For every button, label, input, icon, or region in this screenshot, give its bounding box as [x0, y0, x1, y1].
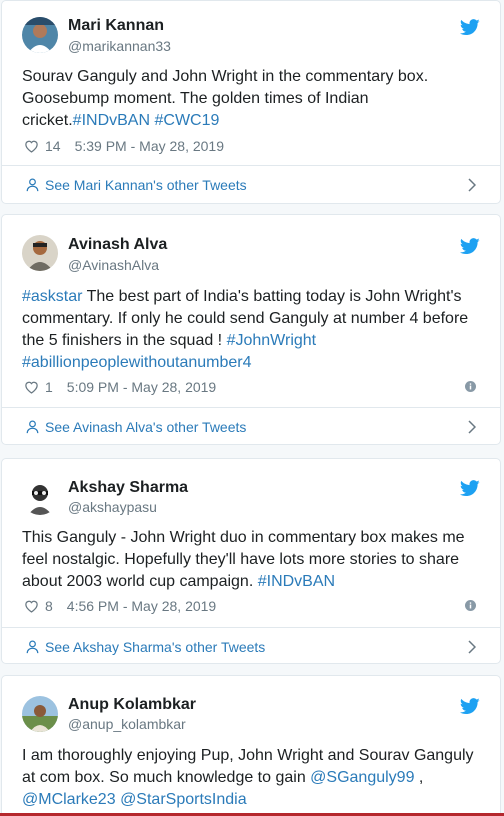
mention-link[interactable]: @StarSportsIndia: [120, 791, 247, 808]
person-icon: [26, 178, 39, 192]
tweet-meta: 14 5:39 PM - May 28, 2019: [24, 138, 224, 154]
tweet-text: #askstar The best part of India's battin…: [22, 286, 482, 374]
tweet-card: Anup Kolambkar @anup_kolambkar I am thor…: [1, 675, 501, 816]
info-icon[interactable]: [465, 381, 476, 392]
see-other-tweets-link[interactable]: See Akshay Sharma's other Tweets: [2, 627, 500, 663]
like-count[interactable]: 8: [45, 598, 53, 614]
author-handle[interactable]: @AvinashAlva: [68, 257, 159, 273]
chevron-right-icon: [468, 640, 476, 654]
timestamp[interactable]: 5:09 PM - May 28, 2019: [67, 379, 216, 395]
footer-label: See Akshay Sharma's other Tweets: [45, 638, 266, 655]
like-count[interactable]: 1: [45, 379, 53, 395]
author-name[interactable]: Mari Kannan: [68, 17, 164, 35]
avatar[interactable]: [22, 696, 58, 732]
tweet-text: This Ganguly - John Wright duo in commen…: [22, 527, 482, 593]
avatar[interactable]: [22, 479, 58, 515]
author-name[interactable]: Akshay Sharma: [68, 479, 188, 497]
tweet-text-segment: This Ganguly - John Wright duo in commen…: [22, 529, 465, 590]
twitter-bird-icon[interactable]: [460, 698, 480, 715]
chevron-right-icon: [468, 420, 476, 434]
hashtag-link[interactable]: #JohnWright: [227, 332, 317, 349]
author-handle[interactable]: @anup_kolambkar: [68, 716, 186, 732]
twitter-bird-icon[interactable]: [460, 19, 480, 36]
mention-link[interactable]: @SGanguly99: [310, 769, 414, 786]
timestamp[interactable]: 5:39 PM - May 28, 2019: [75, 138, 224, 154]
person-icon: [26, 640, 39, 654]
see-other-tweets-link[interactable]: See Avinash Alva's other Tweets: [2, 407, 500, 444]
tweet-card: Mari Kannan @marikannan33 Sourav Ganguly…: [1, 0, 501, 204]
see-other-tweets-link[interactable]: See Mari Kannan's other Tweets: [2, 165, 500, 203]
chevron-right-icon: [468, 178, 476, 192]
avatar[interactable]: [22, 17, 58, 53]
person-icon: [26, 420, 39, 434]
author-name[interactable]: Anup Kolambkar: [68, 696, 196, 714]
author-handle[interactable]: @marikannan33: [68, 38, 171, 54]
hashtag-link[interactable]: #askstar: [22, 288, 82, 305]
hashtag-link[interactable]: #INDvBAN: [258, 573, 335, 590]
like-count[interactable]: 14: [45, 138, 61, 154]
timestamp[interactable]: 4:56 PM - May 28, 2019: [67, 598, 216, 614]
author-name[interactable]: Avinash Alva: [68, 236, 167, 254]
footer-label: See Mari Kannan's other Tweets: [45, 176, 247, 193]
tweet-text-segment: ,: [414, 769, 424, 786]
heart-icon[interactable]: [24, 139, 39, 153]
twitter-bird-icon[interactable]: [460, 480, 480, 497]
hashtag-link[interactable]: #CWC19: [154, 112, 219, 129]
hashtag-link[interactable]: #abillionpeoplewithoutanumber4: [22, 354, 252, 371]
mention-link[interactable]: @MClarke23: [22, 791, 116, 808]
author-handle[interactable]: @akshaypasu: [68, 499, 157, 515]
tweet-card: Avinash Alva @AvinashAlva #askstar The b…: [1, 214, 501, 445]
info-icon[interactable]: [465, 600, 476, 611]
tweet-card: Akshay Sharma @akshaypasu This Ganguly -…: [1, 458, 501, 664]
tweet-text: I am thoroughly enjoying Pup, John Wrigh…: [22, 745, 482, 811]
tweet-meta: 8 4:56 PM - May 28, 2019: [24, 598, 216, 614]
heart-icon[interactable]: [24, 380, 39, 394]
heart-icon[interactable]: [24, 599, 39, 613]
footer-label: See Avinash Alva's other Tweets: [45, 418, 247, 435]
tweet-meta: 1 5:09 PM - May 28, 2019: [24, 379, 216, 395]
hashtag-link[interactable]: #INDvBAN: [73, 112, 150, 129]
avatar[interactable]: [22, 235, 58, 271]
tweet-text: Sourav Ganguly and John Wright in the co…: [22, 66, 482, 132]
twitter-bird-icon[interactable]: [460, 238, 480, 255]
